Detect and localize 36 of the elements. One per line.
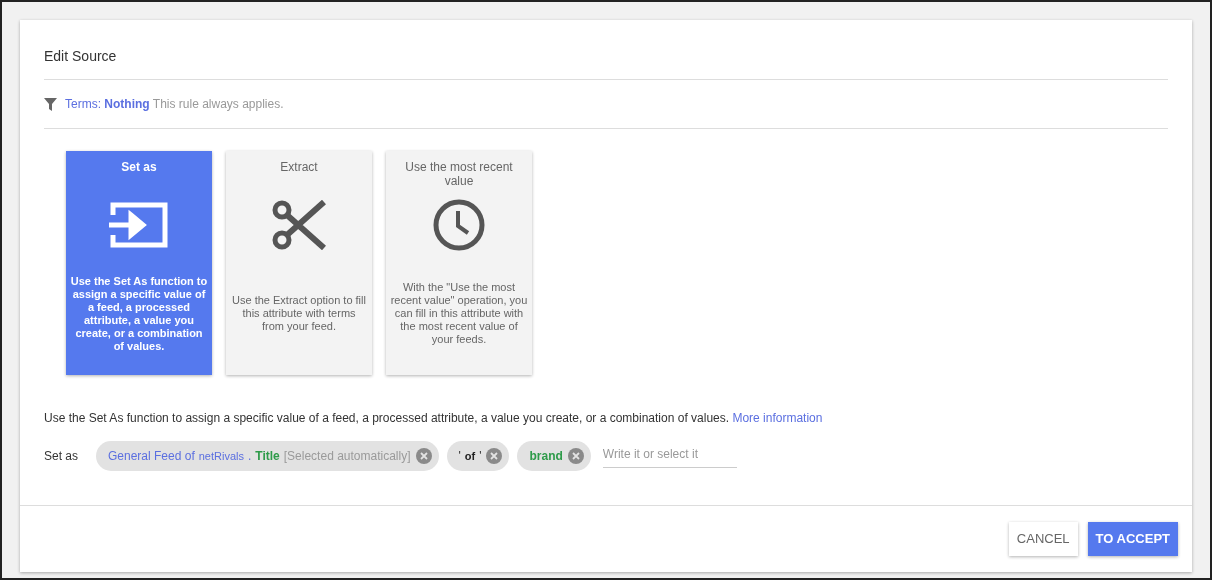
input-arrow-icon (109, 201, 169, 249)
chip-text: General Feed of (108, 448, 195, 465)
accept-button[interactable]: TO ACCEPT (1087, 522, 1178, 556)
help-text: Use the Set As function to assign a specific value of a feed, a processed attribute, a value you create, or a combination of values. More information (44, 410, 823, 427)
more-information-link[interactable]: More information (732, 411, 823, 425)
remove-icon[interactable] (486, 448, 503, 464)
terms-text: Terms: Nothing This rule always applies. (65, 96, 284, 113)
chip-text: . (247, 448, 252, 465)
chip-text: ' (458, 448, 461, 465)
value-chip[interactable]: brand (517, 441, 591, 471)
option-title: Use the most recent value (404, 160, 514, 190)
option-description: With the "Use the most recent value" operation, you can fill in this attribute with the most recent value of your feeds. (390, 281, 528, 346)
dialog-title: Edit Source (44, 20, 1168, 80)
remove-icon[interactable] (415, 448, 432, 464)
value-chip[interactable]: General Feed of netRivals . Title [Selected automatically] (96, 441, 439, 471)
scissors-icon (272, 200, 326, 250)
clock-icon (432, 198, 486, 252)
option-title: Extract (280, 160, 318, 176)
option-title: Set as (121, 160, 157, 176)
option-description: Use the Set As function to assign a specific value of a feed, a processed attribute, a value you create, or a combination of values. (70, 274, 208, 353)
option-card[interactable]: Extract Use the Extract option to fill this attribute with terms from your feed. (226, 151, 372, 375)
value-chip[interactable]: ' of ' (446, 441, 510, 471)
chip-text: ' (479, 448, 482, 465)
chip-text: [Selected automatically] (283, 448, 411, 465)
value-input-field[interactable]: Write it or select it (602, 444, 737, 468)
chip-text: brand (529, 448, 563, 465)
filter-icon (44, 97, 57, 111)
option-description: Use the Extract option to fill this attribute with terms from your feed. (231, 294, 367, 333)
remove-icon[interactable] (567, 448, 584, 464)
cancel-button[interactable]: CANCEL (1008, 522, 1078, 556)
chip-text: netRivals (198, 449, 244, 464)
set-as-label: Set as (44, 448, 80, 465)
option-card[interactable]: Use the most recent value With the "Use the most recent value" operation, you can fill in this attribute with the most recent value of your feeds. (386, 151, 532, 375)
chip-text: Title (255, 448, 280, 465)
chip-text: of (464, 449, 476, 464)
option-card[interactable]: Set as Use the Set As function to assign a specific value of a feed, a processed attribute, a value you create, or a combination of values. (66, 151, 212, 375)
